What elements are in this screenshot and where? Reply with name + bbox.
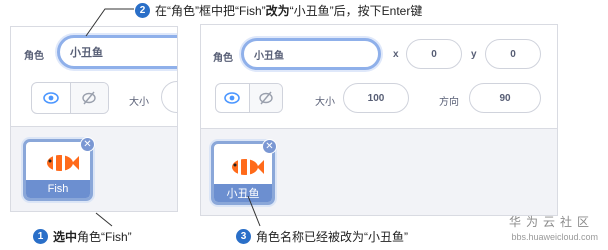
right-sprite-properties: 角色 小丑鱼 x 0 y 0 大小 100 方向 90 — [201, 25, 557, 129]
watermark-url: bbs.huaweicloud.com — [511, 232, 598, 242]
y-label: y — [471, 49, 477, 60]
sprite-card-name: Fish — [26, 180, 90, 198]
step1-callout: 1 选中 角色“Fish” — [33, 228, 132, 245]
visibility-toggle — [31, 82, 109, 114]
size-label: 大小 — [129, 97, 149, 108]
right-sprite-panel: 角色 小丑鱼 x 0 y 0 大小 100 方向 90 ✕ 小丑鱼 — [200, 24, 558, 216]
sprite-name-input[interactable]: 小丑鱼 — [241, 38, 381, 70]
x-input[interactable]: 0 — [406, 39, 462, 69]
delete-sprite-icon[interactable]: ✕ — [80, 137, 95, 152]
left-sprite-panel: 角色 小丑鱼 大小 ✕ Fish — [10, 26, 178, 212]
step2-bold: 改为 — [265, 4, 290, 18]
visibility-toggle — [215, 83, 283, 113]
step1-text: 角色“Fish” — [77, 230, 132, 244]
sprite-name-input[interactable]: 小丑鱼 — [57, 35, 177, 69]
x-label: x — [393, 49, 399, 60]
eye-slash-icon — [259, 91, 273, 105]
left-sprite-properties: 角色 小丑鱼 大小 — [11, 27, 177, 127]
direction-label: 方向 — [439, 97, 459, 108]
eye-icon — [224, 92, 241, 104]
step3-callout: 3 角色名称已经被改为“小丑鱼” — [236, 228, 408, 245]
size-value: 100 — [367, 92, 385, 104]
step3-number-badge: 3 — [236, 229, 251, 244]
eye-icon — [42, 92, 59, 104]
step2-text-b: “小丑鱼”后，按下Enter键 — [289, 4, 423, 18]
step2-callout: 2 在“角色”框中把“Fish” 改为 “小丑鱼”后，按下Enter键 — [135, 2, 422, 19]
size-input[interactable]: 100 — [343, 83, 409, 113]
sprite-name-value: 小丑鱼 — [70, 47, 103, 59]
y-value: 0 — [510, 48, 516, 60]
x-value: 0 — [431, 48, 437, 60]
clownfish-icon — [47, 155, 79, 171]
clownfish-icon — [232, 159, 264, 175]
step2-number-badge: 2 — [135, 3, 150, 18]
hide-button[interactable] — [248, 84, 282, 112]
watermark-brand: 华为云社区 — [508, 215, 594, 229]
direction-input[interactable]: 90 — [469, 83, 541, 113]
step1-bold: 选中 — [53, 230, 78, 244]
size-label: 大小 — [315, 97, 335, 108]
show-button[interactable] — [216, 84, 249, 112]
size-input[interactable] — [161, 81, 177, 113]
sprite-card-fish[interactable]: ✕ Fish — [23, 137, 95, 201]
show-button[interactable] — [32, 83, 70, 113]
sprite-label: 角色 — [213, 53, 233, 64]
direction-value: 90 — [499, 92, 511, 104]
sprite-card-clownfish[interactable]: ✕ 小丑鱼 — [211, 139, 277, 205]
step1-leader-line — [95, 212, 113, 227]
sprite-label: 角色 — [24, 51, 44, 62]
eye-slash-icon — [82, 91, 96, 105]
y-input[interactable]: 0 — [485, 39, 541, 69]
step2-text-a: 在“角色”框中把“Fish” — [155, 4, 266, 18]
step3-text: 角色名称已经被改为“小丑鱼” — [256, 230, 408, 244]
delete-sprite-icon[interactable]: ✕ — [262, 139, 277, 154]
hide-button[interactable] — [69, 83, 108, 113]
sprite-card-name: 小丑鱼 — [214, 184, 272, 202]
step1-number-badge: 1 — [33, 229, 48, 244]
sprite-name-value: 小丑鱼 — [254, 50, 284, 62]
